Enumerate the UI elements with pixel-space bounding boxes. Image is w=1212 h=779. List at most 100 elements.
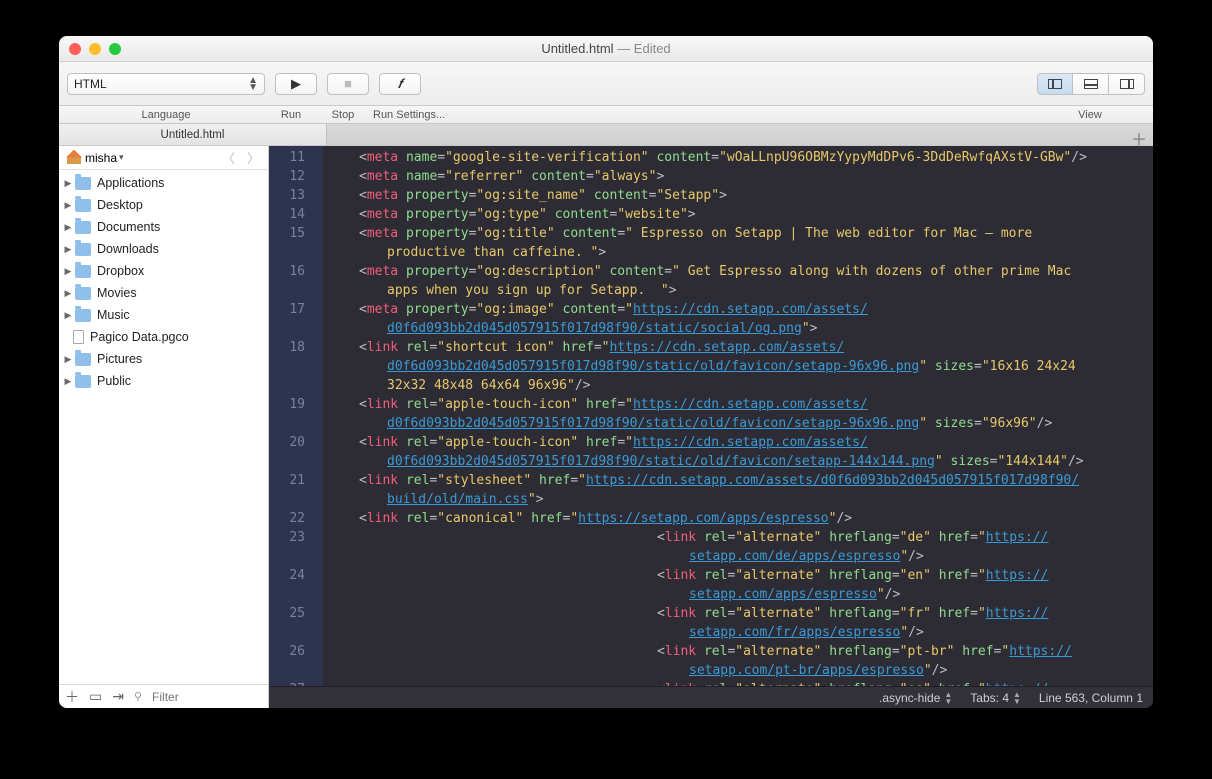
disclosure-triangle-icon[interactable]: ▶ [63, 178, 73, 189]
tree-item[interactable]: ▶ Downloads [59, 238, 268, 260]
disclosure-triangle-icon[interactable]: ▶ [63, 266, 73, 277]
folder-icon [75, 221, 91, 234]
minimize-window-button[interactable] [89, 43, 101, 55]
folder-icon [75, 199, 91, 212]
folder-icon [75, 287, 91, 300]
code-editor[interactable]: 1112131415161718192021222324252627 <meta… [269, 146, 1153, 708]
toolbar: HTML ▲▼ ▶ ■ 𝒇 [59, 62, 1153, 106]
cursor-position[interactable]: Line 563, Column 1 [1039, 691, 1143, 705]
view-label: View [1035, 109, 1145, 121]
tab-width-indicator[interactable]: Tabs: 4 ▲▼ [970, 691, 1021, 705]
tree-item-label: Pagico Data.pgco [90, 330, 189, 344]
tree-item[interactable]: ▶ Public [59, 370, 268, 392]
code-area[interactable]: <meta name="google-site-verification" co… [323, 146, 1153, 686]
action-button[interactable]: ⇥ [112, 688, 124, 705]
tree-item-label: Public [97, 374, 131, 388]
zoom-window-button[interactable] [109, 43, 121, 55]
tree-item-label: Documents [97, 220, 160, 234]
panel-left-icon [1048, 79, 1062, 89]
tree-item[interactable]: ▶ Applications [59, 172, 268, 194]
line-gutter[interactable]: 1112131415161718192021222324252627 [269, 146, 323, 686]
run-label: Run [265, 109, 317, 121]
tree-item-label: Music [97, 308, 130, 322]
nav-forward-button[interactable]: 〉 [247, 148, 260, 167]
view-mode-group [1037, 73, 1145, 95]
tab-bar-empty: ＋ [327, 124, 1153, 145]
disclosure-triangle-icon[interactable]: ▶ [63, 288, 73, 299]
language-value: HTML [74, 77, 107, 91]
run-settings-button[interactable]: 𝒇 [379, 73, 421, 95]
document-tab[interactable]: Untitled.html [59, 124, 327, 145]
nav-back-button[interactable]: 〈 [222, 148, 235, 167]
file-icon [73, 330, 84, 344]
tree-item-label: Applications [97, 176, 164, 190]
tree-item-label: Movies [97, 286, 137, 300]
toolbar-labels: Language Run Stop Run Settings... View [59, 106, 1153, 124]
tabs-text: Tabs: 4 [970, 691, 1009, 705]
titlebar[interactable]: Untitled.html — Edited [59, 36, 1153, 62]
tree-item-label: Dropbox [97, 264, 144, 278]
disclosure-triangle-icon[interactable]: ▶ [63, 376, 73, 387]
home-icon [67, 152, 81, 164]
tree-item[interactable]: ▶ Music [59, 304, 268, 326]
folder-icon [75, 353, 91, 366]
position-text: Line 563, Column 1 [1039, 691, 1143, 705]
play-icon: ▶ [291, 76, 301, 92]
breadcrumb[interactable]: misha ▾ 〈 〉 [59, 146, 268, 170]
add-file-button[interactable]: ＋ [65, 687, 79, 707]
editor-window: Untitled.html — Edited HTML ▲▼ ▶ ■ 𝒇 Lan… [59, 36, 1153, 708]
chevron-updown-icon: ▲▼ [248, 77, 258, 91]
folder-icon [75, 309, 91, 322]
tree-item[interactable]: ▶ Dropbox [59, 260, 268, 282]
folder-icon [75, 375, 91, 388]
editor-scroll[interactable]: 1112131415161718192021222324252627 <meta… [269, 146, 1153, 686]
panel-right-icon [1120, 79, 1134, 89]
panel-bottom-icon [1084, 79, 1098, 89]
view-left-panel-button[interactable] [1037, 73, 1073, 95]
tree-item[interactable]: ▶Desktop [59, 194, 268, 216]
tree-item[interactable]: ▶ Movies [59, 282, 268, 304]
new-folder-button[interactable]: ▭ [89, 688, 102, 705]
run-button[interactable]: ▶ [275, 73, 317, 95]
breadcrumb-user: misha [85, 151, 117, 165]
folder-icon [75, 243, 91, 256]
document-tabs: Untitled.html ＋ [59, 124, 1153, 146]
title-edited-indicator: — Edited [617, 41, 670, 56]
chevron-updown-icon: ▲▼ [944, 691, 952, 705]
scope-text: .async-hide [879, 691, 940, 705]
file-browser-sidebar: misha ▾ 〈 〉 ▶Applications▶Desktop▶Docume… [59, 146, 269, 708]
sidebar-footer: ＋ ▭ ⇥ ⚲ [59, 684, 268, 708]
window-controls [69, 43, 121, 55]
view-right-panel-button[interactable] [1109, 73, 1145, 95]
disclosure-triangle-icon[interactable]: ▶ [63, 222, 73, 233]
disclosure-triangle-icon[interactable]: ▶ [63, 310, 73, 321]
close-window-button[interactable] [69, 43, 81, 55]
status-bar: .async-hide ▲▼ Tabs: 4 ▲▼ Line 563, Colu… [269, 686, 1153, 708]
file-tree[interactable]: ▶Applications▶Desktop▶Documents▶Download… [59, 170, 268, 684]
chevron-updown-icon: ▲▼ [1013, 691, 1021, 705]
breadcrumb-nav: 〈 〉 [222, 148, 260, 167]
language-label: Language [67, 109, 265, 121]
disclosure-triangle-icon[interactable]: ▶ [63, 354, 73, 365]
stop-button[interactable]: ■ [327, 73, 369, 95]
disclosure-triangle-icon[interactable]: ▶ [63, 200, 73, 211]
title-filename: Untitled.html [541, 41, 613, 56]
tree-item[interactable]: ▶ Documents [59, 216, 268, 238]
tree-item-label: Pictures [97, 352, 142, 366]
search-icon: ⚲ [134, 690, 142, 703]
disclosure-triangle-icon[interactable]: ▶ [63, 244, 73, 255]
language-select[interactable]: HTML ▲▼ [67, 73, 265, 95]
document-tab-label: Untitled.html [161, 129, 225, 141]
stop-icon: ■ [344, 76, 352, 91]
tree-item[interactable]: Pagico Data.pgco [59, 326, 268, 348]
tree-item[interactable]: ▶ Pictures [59, 348, 268, 370]
main-body: misha ▾ 〈 〉 ▶Applications▶Desktop▶Docume… [59, 146, 1153, 708]
wrench-icon: 𝒇 [398, 76, 402, 92]
folder-icon [75, 265, 91, 278]
stop-label: Stop [317, 109, 369, 121]
view-bottom-panel-button[interactable] [1073, 73, 1109, 95]
chevron-down-icon: ▾ [119, 152, 124, 163]
tree-item-label: Downloads [97, 242, 159, 256]
window-title: Untitled.html — Edited [121, 41, 1091, 56]
scope-indicator[interactable]: .async-hide ▲▼ [879, 691, 952, 705]
